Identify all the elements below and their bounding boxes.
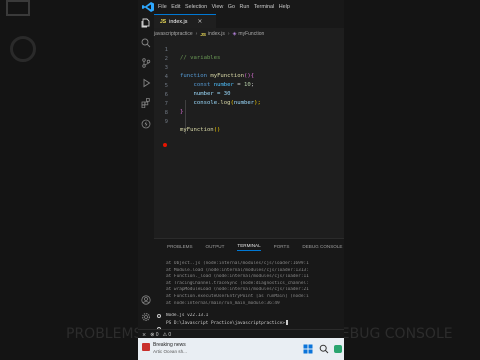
tab-terminal[interactable]: TERMINAL — [237, 243, 261, 251]
code-line: 8 — [154, 101, 344, 116]
breadcrumb-symbol[interactable]: myFunction — [238, 31, 264, 37]
tab-index-js[interactable]: JS index.js × — [154, 14, 216, 28]
vscode-window: File Edit Selection View Go Run Terminal… — [138, 0, 344, 360]
terminal-line: at Function.executeUserEntryPoint [as ru… — [166, 293, 309, 299]
chevron-right-icon: › — [195, 31, 198, 37]
extensions-icon[interactable] — [141, 98, 151, 108]
windows-start-icon[interactable] — [303, 344, 313, 354]
account-icon[interactable] — [141, 295, 151, 305]
search-icon[interactable] — [141, 38, 151, 48]
ghost-bolt-icon — [10, 36, 36, 62]
tab-ports[interactable]: PORTS — [274, 244, 290, 251]
code-line: 1 // variables — [154, 38, 344, 61]
remote-bolt-icon[interactable] — [141, 119, 151, 129]
remote-indicator-icon[interactable]: ⨯ — [142, 332, 146, 338]
run-debug-icon[interactable] — [141, 78, 151, 88]
title-bar: File Edit Selection View Go Run Terminal… — [138, 0, 344, 14]
ghost-vscode-logo — [6, 0, 30, 16]
terminal-cursor — [285, 319, 289, 325]
menu-selection[interactable]: Selection — [185, 4, 207, 10]
terminal-line: at Function._load (node:internal/modules… — [166, 274, 309, 280]
menu-help[interactable]: Help — [279, 4, 290, 10]
menu-view[interactable]: View — [212, 4, 224, 10]
tab-output[interactable]: OUTPUT — [206, 244, 225, 251]
windows-taskbar: Breaking news Artic Ocean sh... — [138, 338, 344, 360]
code-line: 5 number = 30 — [154, 74, 344, 97]
menu-terminal[interactable]: Terminal — [254, 4, 274, 10]
news-widget-icon[interactable] — [142, 343, 150, 351]
terminal-line: at Module.load (node:internal/modules/cj… — [166, 267, 309, 273]
close-icon[interactable]: × — [197, 18, 202, 25]
code-line: 4 const number = 10; — [154, 65, 344, 88]
code-line: 7 } — [154, 92, 344, 115]
terminal-line: at Object..js (node:internal/modules/cjs… — [166, 261, 309, 266]
menu-run[interactable]: Run — [239, 4, 249, 10]
bottom-panel: PROBLEMS OUTPUT TERMINAL PORTS DEBUG CON… — [154, 238, 344, 338]
menu-file[interactable]: File — [158, 4, 167, 10]
prompt-text: PS D:\Javascript Practice\javascriptprac… — [166, 320, 285, 326]
code-editor[interactable]: 1 // variables 2 3 function myFunction()… — [154, 38, 344, 238]
code-line: 9 myFunction() — [154, 110, 344, 133]
news-subtitle: Artic Ocean sh... — [153, 349, 187, 354]
function-symbol-icon: ◈ — [232, 31, 237, 37]
taskbar-app-icon[interactable] — [333, 344, 343, 354]
terminal-line: at TracingChannel.traceSync (node:diagno… — [166, 280, 309, 286]
code-line: 2 — [154, 47, 344, 62]
error-count[interactable]: ⊗ 0 — [150, 332, 158, 338]
explorer-icon[interactable] — [141, 18, 151, 28]
code-line: 3 function myFunction(){ — [154, 56, 344, 79]
code-line: 6 console.log(number); — [154, 83, 344, 106]
js-file-icon: JS — [200, 31, 206, 37]
editor-tab-bar: JS index.js × — [154, 14, 344, 28]
terminal-line: at wrapModuleLoad (node:internal/modules… — [166, 287, 309, 293]
ghost-debug-label: DEBUG CONSOLE — [330, 326, 453, 342]
vscode-logo-icon — [142, 2, 154, 12]
code-function-call: myFunction — [180, 127, 214, 133]
taskbar-search-icon[interactable] — [319, 344, 329, 354]
code-call-parens: () — [213, 127, 221, 133]
breakpoint-marker[interactable] — [163, 143, 167, 147]
news-title[interactable]: Breaking news — [153, 342, 186, 348]
terminal-line: at node:internal/main/run_main_module:36… — [166, 300, 280, 306]
tab-problems[interactable]: PROBLEMS — [167, 244, 193, 251]
tab-label: index.js — [169, 18, 188, 25]
breadcrumb-file[interactable]: index.js — [208, 31, 225, 37]
warning-count[interactable]: ⚠ 0 — [163, 332, 172, 338]
ghost-problems-label: PROBLEMS — [66, 326, 143, 342]
menu-edit[interactable]: Edit — [171, 4, 180, 10]
settings-gear-icon[interactable] — [141, 312, 151, 322]
tab-debug-console[interactable]: DEBUG CONSOLE — [302, 244, 342, 251]
chevron-right-icon: › — [227, 31, 230, 37]
node-version: Node.js v22.13.1 — [166, 313, 209, 319]
source-control-icon[interactable] — [141, 58, 151, 68]
js-file-icon: JS — [160, 18, 167, 25]
line-number: 9 — [164, 119, 168, 125]
terminal-command-marker-icon[interactable] — [157, 314, 161, 318]
breadcrumb-folder[interactable]: javascriptpractice — [154, 31, 193, 37]
terminal-output[interactable]: at Object..js (node:internal/modules/cjs… — [166, 261, 344, 327]
menu-go[interactable]: Go — [228, 4, 235, 10]
terminal-prompt[interactable]: PS D:\Javascript Practice\javascriptprac… — [166, 319, 344, 328]
panel-tabs: PROBLEMS OUTPUT TERMINAL PORTS DEBUG CON… — [154, 241, 344, 253]
activity-bar — [138, 14, 154, 338]
